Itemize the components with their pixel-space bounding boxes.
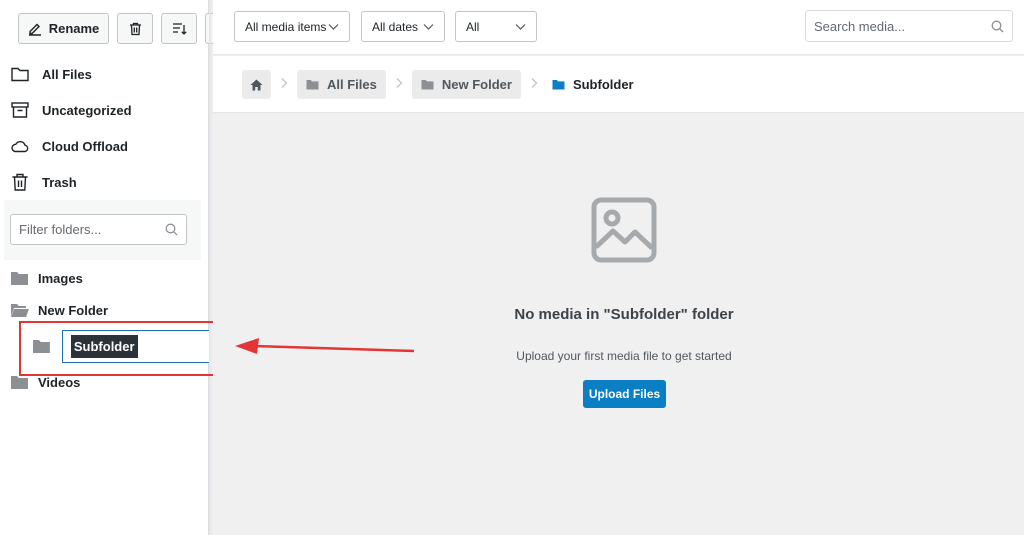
date-filter-select[interactable]: All dates bbox=[361, 11, 445, 42]
folder-open-icon bbox=[11, 304, 29, 317]
folder-icon bbox=[11, 272, 28, 285]
nav-item-cloud-offload[interactable]: Cloud Offload bbox=[0, 128, 209, 164]
nav-item-label: Cloud Offload bbox=[42, 138, 128, 154]
chevron-down-icon bbox=[423, 24, 434, 30]
nav-item-label: Trash bbox=[42, 174, 77, 190]
folder-filter-input[interactable] bbox=[19, 222, 159, 237]
nav-item-all-files[interactable]: All Files bbox=[0, 56, 209, 92]
nav-item-uncategorized[interactable]: Uncategorized bbox=[0, 92, 209, 128]
folder-sidebar: Rename All Files Uncategorized Cloud Off… bbox=[0, 0, 215, 535]
nav-item-label: All Files bbox=[42, 66, 92, 82]
sort-folders-button[interactable] bbox=[161, 13, 197, 44]
folder-filter-box bbox=[10, 214, 187, 245]
sort-icon bbox=[172, 22, 187, 35]
chevron-down-icon bbox=[515, 24, 526, 30]
select-value: All media items bbox=[245, 19, 327, 34]
breadcrumb-label: All Files bbox=[327, 77, 377, 92]
breadcrumb-new-folder[interactable]: New Folder bbox=[411, 70, 521, 99]
nav-item-label: Uncategorized bbox=[42, 102, 132, 118]
rename-button-label: Rename bbox=[48, 21, 100, 36]
cloud-icon bbox=[11, 140, 29, 153]
folder-icon bbox=[552, 80, 565, 90]
empty-state-title: No media in "Subfolder" folder bbox=[514, 306, 734, 323]
folder-label: Videos bbox=[38, 374, 81, 390]
folder-icon bbox=[11, 376, 28, 389]
breadcrumb-home[interactable] bbox=[242, 70, 271, 99]
select-value: All bbox=[466, 19, 480, 34]
media-search-box bbox=[805, 10, 1013, 42]
third-filter-select[interactable]: All bbox=[455, 11, 537, 42]
primary-folders-nav: All Files Uncategorized Cloud Offload Tr… bbox=[0, 56, 209, 200]
chevron-down-icon bbox=[328, 24, 339, 30]
select-value: All dates bbox=[372, 19, 419, 34]
trash-icon bbox=[129, 22, 141, 35]
folder-label: Images bbox=[38, 270, 83, 286]
folder-icon bbox=[421, 80, 434, 90]
delete-folder-button[interactable] bbox=[117, 13, 153, 44]
upload-files-button[interactable]: Upload Files bbox=[583, 380, 666, 408]
search-icon bbox=[165, 223, 178, 236]
archive-icon bbox=[11, 102, 29, 118]
home-icon bbox=[250, 79, 263, 90]
folder-filter-panel bbox=[4, 200, 201, 260]
trash-icon bbox=[12, 173, 28, 191]
rename-button[interactable]: Rename bbox=[18, 13, 109, 44]
breadcrumb-all-files[interactable]: All Files bbox=[297, 70, 386, 99]
media-type-select[interactable]: All media items bbox=[234, 11, 350, 42]
breadcrumb-subfolder: Subfolder bbox=[547, 70, 637, 99]
nav-item-trash[interactable]: Trash bbox=[0, 164, 209, 200]
chevron-right-icon bbox=[395, 77, 403, 92]
breadcrumb-bar: All Files New Folder Subfolder bbox=[213, 56, 1024, 113]
folder-item-images[interactable]: Images bbox=[0, 262, 209, 294]
folder-outline-icon bbox=[11, 67, 29, 82]
folder-label: New Folder bbox=[38, 302, 109, 318]
annotation-highlight-box bbox=[19, 321, 224, 376]
folder-icon bbox=[306, 80, 319, 90]
breadcrumb-label: New Folder bbox=[441, 77, 512, 92]
media-grid-area: No media in "Subfolder" folder Upload yo… bbox=[213, 114, 1024, 535]
chevron-right-icon bbox=[280, 77, 288, 92]
folder-toolbar: Rename bbox=[18, 13, 215, 44]
breadcrumb-label: Subfolder bbox=[572, 77, 634, 92]
search-icon bbox=[991, 20, 1004, 32]
media-filter-bar: All media items All dates All bbox=[213, 0, 1024, 55]
chevron-right-icon bbox=[530, 77, 538, 92]
annotation-arrow bbox=[235, 338, 415, 354]
image-placeholder-icon bbox=[591, 197, 657, 263]
edit-icon bbox=[28, 23, 41, 36]
breadcrumb: All Files New Folder Subfolder bbox=[242, 70, 637, 99]
media-search-input[interactable] bbox=[814, 18, 984, 34]
